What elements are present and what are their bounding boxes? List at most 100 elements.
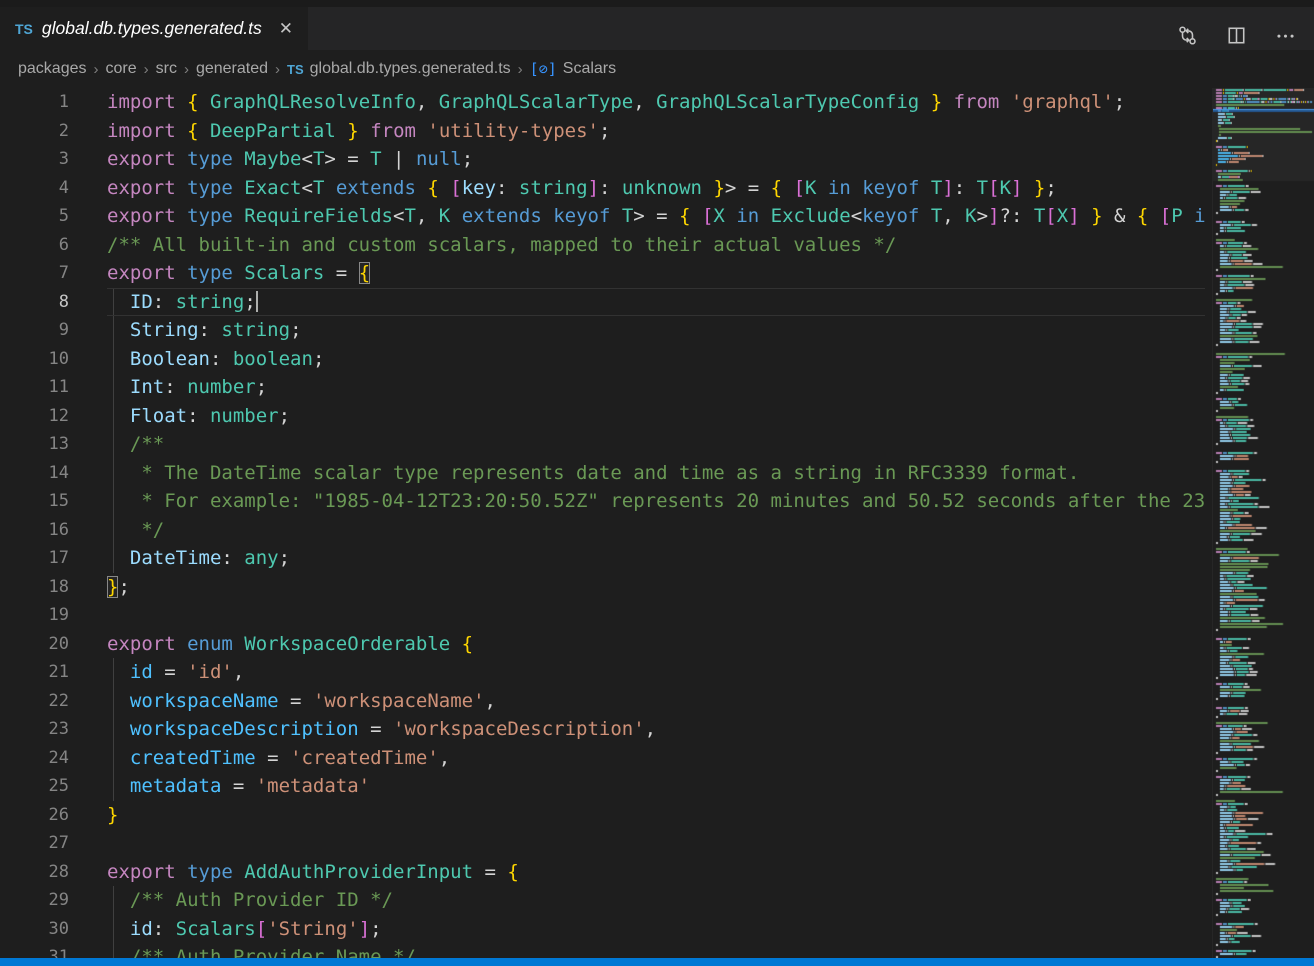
breadcrumb-item-src[interactable]: src	[156, 60, 177, 78]
code-line[interactable]: */	[107, 516, 1205, 545]
line-number[interactable]: 19	[0, 601, 107, 630]
code-line[interactable]: export enum WorkspaceOrderable {	[107, 630, 1205, 659]
code-line[interactable]: /** Auth Provider Name */	[107, 943, 1205, 958]
line-number[interactable]: 26	[0, 801, 107, 830]
line-number[interactable]: 6	[0, 231, 107, 260]
code-line[interactable]: id = 'id',	[107, 658, 1205, 687]
line-number[interactable]: 4	[0, 174, 107, 203]
code-token: X	[713, 205, 724, 227]
symbol-icon: [⊘]	[530, 60, 557, 78]
tab-global-db-types-generated[interactable]: TS global.db.types.generated.ts ✕	[0, 7, 308, 50]
more-actions-icon[interactable]	[1275, 25, 1296, 46]
code-line[interactable]: };	[107, 573, 1205, 602]
breadcrumb-item-generated[interactable]: generated	[196, 60, 268, 78]
line-number[interactable]: 17	[0, 544, 107, 573]
code-line[interactable]: /** Auth Provider ID */	[107, 886, 1205, 915]
minimap[interactable]	[1212, 88, 1314, 958]
code-token: keyof	[862, 205, 931, 227]
code-line[interactable]: id: Scalars['String'];	[107, 915, 1205, 944]
breadcrumb-separator: ›	[518, 61, 523, 78]
code-area[interactable]: import { GraphQLResolveInfo, GraphQLScal…	[107, 88, 1205, 958]
line-number[interactable]: 27	[0, 829, 107, 858]
code-line[interactable]: import { GraphQLResolveInfo, GraphQLScal…	[107, 88, 1205, 117]
line-number[interactable]: 11	[0, 373, 107, 402]
code-line[interactable]: workspaceName = 'workspaceName',	[107, 687, 1205, 716]
code-token: &	[1103, 205, 1137, 227]
code-line[interactable]: export type Maybe<T> = T | null;	[107, 145, 1205, 174]
code-token: ,	[645, 718, 656, 740]
code-line[interactable]: export type RequireFields<T, K extends k…	[107, 202, 1205, 231]
code-token: 'workspaceDescription'	[393, 718, 645, 740]
breadcrumb-item-symbol[interactable]: Scalars	[563, 60, 616, 78]
code-token	[999, 91, 1010, 113]
line-number[interactable]: 8	[0, 288, 107, 317]
line-number[interactable]: 9	[0, 316, 107, 345]
line-number[interactable]: 25	[0, 772, 107, 801]
code-token: ;	[370, 918, 381, 940]
code-token: 'workspaceName'	[313, 690, 485, 712]
code-token: ;	[290, 319, 301, 341]
code-token: createdTime	[130, 747, 256, 769]
code-token: :	[221, 547, 244, 569]
line-number[interactable]: 15	[0, 487, 107, 516]
code-line[interactable]: Boolean: boolean;	[107, 345, 1205, 374]
code-line[interactable]	[107, 601, 1205, 630]
code-token: DateTime	[130, 547, 222, 569]
line-number[interactable]: 7	[0, 259, 107, 288]
code-line[interactable]: Int: number;	[107, 373, 1205, 402]
line-number[interactable]: 16	[0, 516, 107, 545]
line-number[interactable]: 13	[0, 430, 107, 459]
code-line[interactable]: metadata = 'metadata'	[107, 772, 1205, 801]
breadcrumb-item-core[interactable]: core	[106, 60, 137, 78]
code-token: ;	[462, 148, 473, 170]
code-line[interactable]: * The DateTime scalar type represents da…	[107, 459, 1205, 488]
line-number[interactable]: 5	[0, 202, 107, 231]
code-line[interactable]	[107, 829, 1205, 858]
code-line[interactable]: DateTime: any;	[107, 544, 1205, 573]
code-line[interactable]: Float: number;	[107, 402, 1205, 431]
code-token: }	[107, 804, 118, 826]
line-number[interactable]: 1	[0, 88, 107, 117]
code-line[interactable]: export type Scalars = {	[107, 259, 1205, 288]
line-number[interactable]: 30	[0, 915, 107, 944]
line-number[interactable]: 31	[0, 943, 107, 958]
code-line[interactable]: export type Exact<T extends { [key: stri…	[107, 174, 1205, 203]
line-number[interactable]: 22	[0, 687, 107, 716]
line-number[interactable]: 18	[0, 573, 107, 602]
line-number[interactable]: 3	[0, 145, 107, 174]
line-number[interactable]: 23	[0, 715, 107, 744]
open-changes-icon[interactable]	[1177, 25, 1198, 46]
code-line[interactable]: ID: string;	[107, 288, 1205, 317]
line-number[interactable]: 29	[0, 886, 107, 915]
code-line[interactable]: }	[107, 801, 1205, 830]
split-editor-icon[interactable]	[1226, 25, 1247, 46]
line-number[interactable]: 28	[0, 858, 107, 887]
code-line[interactable]: /** All built-in and custom scalars, map…	[107, 231, 1205, 260]
code-token: ,	[633, 91, 656, 113]
typescript-file-icon: TS	[15, 21, 33, 37]
line-number[interactable]: 12	[0, 402, 107, 431]
line-number[interactable]: 20	[0, 630, 107, 659]
code-token: =	[279, 690, 313, 712]
code-token: workspaceDescription	[130, 718, 359, 740]
line-number[interactable]: 14	[0, 459, 107, 488]
code-token: Maybe	[244, 148, 301, 170]
line-number[interactable]: 2	[0, 117, 107, 146]
code-line[interactable]: * For example: "1985-04-12T23:20:50.52Z"…	[107, 487, 1205, 516]
breadcrumb-item-file[interactable]: global.db.types.generated.ts	[310, 60, 511, 78]
code-token: T	[313, 148, 324, 170]
code-line[interactable]: /**	[107, 430, 1205, 459]
close-tab-icon[interactable]: ✕	[279, 20, 293, 37]
breadcrumb-item-packages[interactable]: packages	[18, 60, 87, 78]
code-line[interactable]: createdTime = 'createdTime',	[107, 744, 1205, 773]
code-line[interactable]: export type AddAuthProviderInput = {	[107, 858, 1205, 887]
line-number[interactable]: 21	[0, 658, 107, 687]
code-line[interactable]: String: string;	[107, 316, 1205, 345]
code-token: {	[1137, 205, 1148, 227]
code-token: =	[221, 775, 255, 797]
line-number[interactable]: 10	[0, 345, 107, 374]
line-number[interactable]: 24	[0, 744, 107, 773]
code-line[interactable]: import { DeepPartial } from 'utility-typ…	[107, 117, 1205, 146]
code-line[interactable]: workspaceDescription = 'workspaceDescrip…	[107, 715, 1205, 744]
code-token: number	[210, 405, 279, 427]
